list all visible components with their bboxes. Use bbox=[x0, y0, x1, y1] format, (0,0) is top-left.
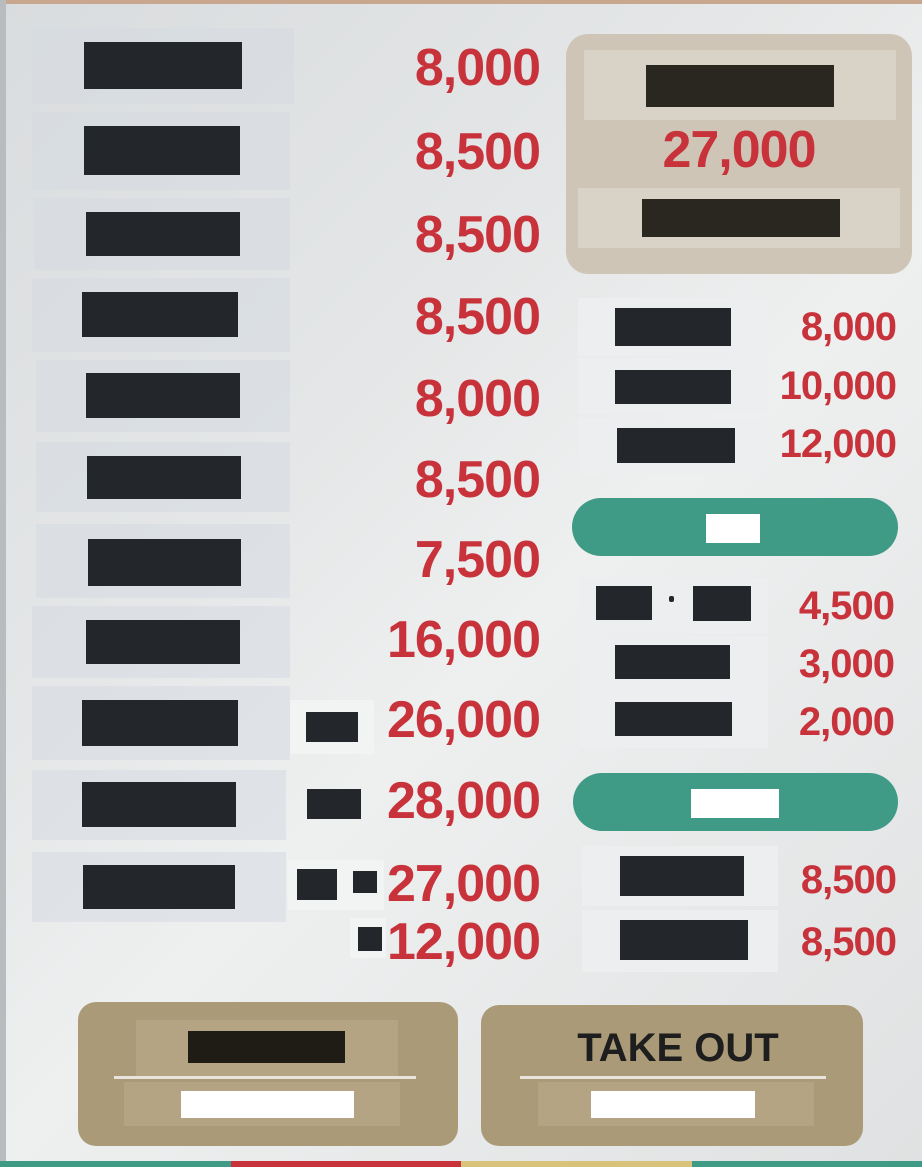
menu-price: 26,000 bbox=[386, 691, 541, 749]
separator-dot bbox=[669, 596, 674, 602]
menu-price: 3,000 bbox=[798, 642, 895, 686]
feature-price: 27,000 bbox=[662, 121, 816, 179]
redacted-item-name bbox=[615, 370, 731, 404]
redacted-feature-desc bbox=[642, 199, 840, 237]
redacted-item-name bbox=[86, 373, 240, 418]
menu-price: 8,000 bbox=[800, 305, 897, 349]
menu-price: 8,500 bbox=[414, 123, 541, 181]
redacted-item-name bbox=[88, 539, 241, 586]
menu-price: 8,500 bbox=[800, 858, 897, 902]
redacted-item-name bbox=[82, 700, 238, 746]
redacted-item-name bbox=[86, 620, 240, 664]
menu-price: 8,500 bbox=[414, 288, 541, 346]
redacted-item-name bbox=[620, 856, 744, 896]
redacted-section-title bbox=[706, 514, 760, 543]
menu-price: 2,000 bbox=[798, 700, 895, 744]
redacted-item-name bbox=[84, 126, 240, 175]
menu-price: 8,500 bbox=[414, 206, 541, 264]
redacted-item-name bbox=[615, 702, 732, 736]
redacted-item-name bbox=[87, 456, 241, 499]
menu-price: 8,000 bbox=[414, 39, 541, 97]
redacted-item-name bbox=[83, 865, 235, 909]
redacted-item-name bbox=[82, 292, 238, 337]
bottom-color-strip bbox=[0, 1161, 922, 1167]
redacted-size-label bbox=[306, 712, 358, 742]
menu-price: 10,000 bbox=[779, 364, 897, 408]
menu-price: 8,500 bbox=[800, 920, 897, 964]
redacted-item-name bbox=[617, 428, 735, 463]
redacted-item-name bbox=[693, 586, 751, 621]
divider bbox=[520, 1076, 826, 1079]
menu-price: 12,000 bbox=[779, 422, 897, 466]
redacted-size-label bbox=[297, 869, 337, 900]
redacted-button-sublabel bbox=[181, 1091, 354, 1118]
divider bbox=[114, 1076, 416, 1079]
redacted-size-label bbox=[307, 789, 361, 819]
redacted-feature-title bbox=[646, 65, 834, 107]
menu-price: 8,500 bbox=[414, 451, 541, 509]
redacted-item-name bbox=[86, 212, 240, 256]
redacted-item-name bbox=[615, 308, 731, 346]
menu-price: 28,000 bbox=[386, 772, 541, 830]
menu-price: 27,000 bbox=[386, 855, 541, 913]
redacted-item-name bbox=[84, 42, 242, 89]
menu-price: 12,000 bbox=[386, 913, 541, 971]
menu-price: 7,500 bbox=[414, 531, 541, 589]
menu-price: 4,500 bbox=[798, 584, 895, 628]
redacted-button-sublabel bbox=[591, 1091, 755, 1118]
menu-price: 16,000 bbox=[386, 611, 541, 669]
redacted-item-name bbox=[620, 920, 748, 960]
left-edge bbox=[0, 0, 6, 1167]
redacted-section-title bbox=[691, 789, 779, 818]
redacted-item-name bbox=[596, 586, 652, 620]
redacted-item-name bbox=[615, 645, 730, 679]
menu-price: 8,000 bbox=[414, 370, 541, 428]
takeout-label: TAKE OUT bbox=[577, 1026, 779, 1070]
redacted-item-name bbox=[82, 782, 236, 827]
top-strip bbox=[0, 0, 922, 4]
redacted-button-label bbox=[188, 1031, 345, 1063]
